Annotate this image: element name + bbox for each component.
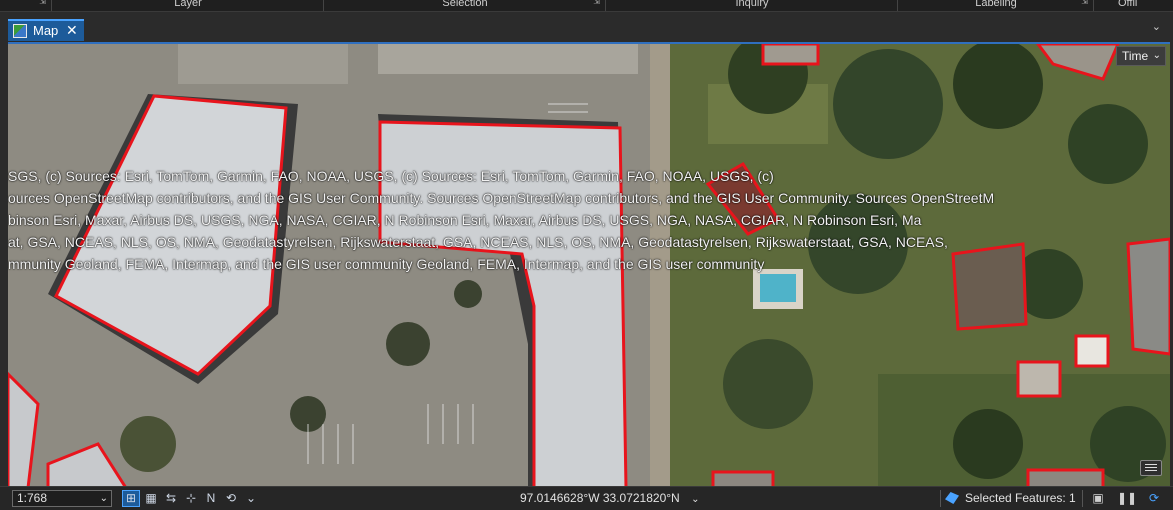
ribbon-group-bar: ⇲ Layer Selection ⇲ Inquiry Labeling ⇲ O… bbox=[0, 0, 1173, 12]
pause-drawing-icon[interactable]: ❚❚ bbox=[1117, 491, 1137, 506]
nav-icon[interactable]: ⇆ bbox=[163, 491, 179, 506]
fixed-extent-icon[interactable]: ⊞ bbox=[122, 490, 140, 507]
map-menu-icon[interactable] bbox=[1140, 460, 1162, 476]
ribbon-group-layer: Layer bbox=[52, 0, 324, 11]
selected-features-text: Selected Features: 1 bbox=[965, 491, 1076, 505]
correction-icon[interactable]: ⟲ bbox=[223, 491, 239, 506]
scale-value: 1:768 bbox=[17, 491, 48, 505]
chevron-down-icon: ⌄ bbox=[691, 494, 700, 505]
ribbon-group-label: Labeling bbox=[975, 0, 1017, 9]
ribbon-group-inquiry: Inquiry bbox=[606, 0, 898, 11]
close-icon[interactable]: ✕ bbox=[66, 22, 78, 39]
chevron-down-icon[interactable]: ⌄ bbox=[243, 491, 259, 506]
north-icon[interactable]: N bbox=[203, 491, 219, 506]
aerial-imagery bbox=[8, 44, 1170, 486]
selection-icon bbox=[945, 492, 959, 504]
chevron-down-icon: ⌄ bbox=[1152, 50, 1161, 61]
ribbon-group-offline: Offli bbox=[1094, 0, 1173, 11]
time-button-label: Time bbox=[1122, 49, 1149, 63]
refresh-icon[interactable]: ⟳ bbox=[1146, 491, 1162, 506]
map-view[interactable]: SGS, (c) Sources: Esri, TomTom, Garmin, … bbox=[8, 42, 1170, 486]
ribbon-group-labeling: Labeling ⇲ bbox=[898, 0, 1094, 11]
coordinate-readout[interactable]: 97.0146628°W 33.0721820°N ⌄ bbox=[520, 491, 699, 505]
ribbon-group-label: Selection bbox=[442, 0, 488, 9]
document-tab-row: Map ✕ ⌄ bbox=[0, 12, 1173, 42]
dialog-launcher-icon[interactable]: ⇲ bbox=[1081, 0, 1088, 6]
chevron-down-icon: ⌄ bbox=[99, 493, 108, 504]
snapping-icon[interactable]: ⊹ bbox=[183, 491, 199, 506]
coordinates-text: 97.0146628°W 33.0721820°N bbox=[520, 491, 680, 505]
tab-map-label: Map bbox=[33, 23, 59, 38]
selected-features-button[interactable]: Selected Features: 1 bbox=[945, 491, 1076, 505]
map-icon bbox=[13, 24, 27, 38]
dialog-launcher-icon[interactable]: ⇲ bbox=[593, 0, 600, 6]
time-slider-button[interactable]: Time ⌄ bbox=[1116, 46, 1166, 66]
map-status-bar: 1:768 ⌄ ⊞ ▦ ⇆ ⊹ N ⟲ ⌄ 97.0146628°W 33.07… bbox=[0, 486, 1173, 510]
scale-selector[interactable]: 1:768 ⌄ bbox=[12, 490, 112, 507]
ribbon-group-label: Inquiry bbox=[735, 0, 769, 9]
ribbon-group-selection: Selection ⇲ bbox=[324, 0, 606, 11]
ribbon-group-label: Layer bbox=[174, 0, 202, 9]
tab-map[interactable]: Map ✕ bbox=[8, 19, 84, 41]
grid-icon[interactable]: ▦ bbox=[143, 491, 159, 506]
dialog-launcher-icon[interactable]: ⇲ bbox=[39, 0, 46, 6]
refresh-table-icon[interactable]: ▣ bbox=[1090, 491, 1106, 506]
ribbon-group-label: Offli bbox=[1118, 0, 1138, 9]
tab-overflow-chevron-icon[interactable]: ⌄ bbox=[1152, 20, 1161, 33]
ribbon-group-clipboard: ⇲ bbox=[0, 0, 52, 11]
